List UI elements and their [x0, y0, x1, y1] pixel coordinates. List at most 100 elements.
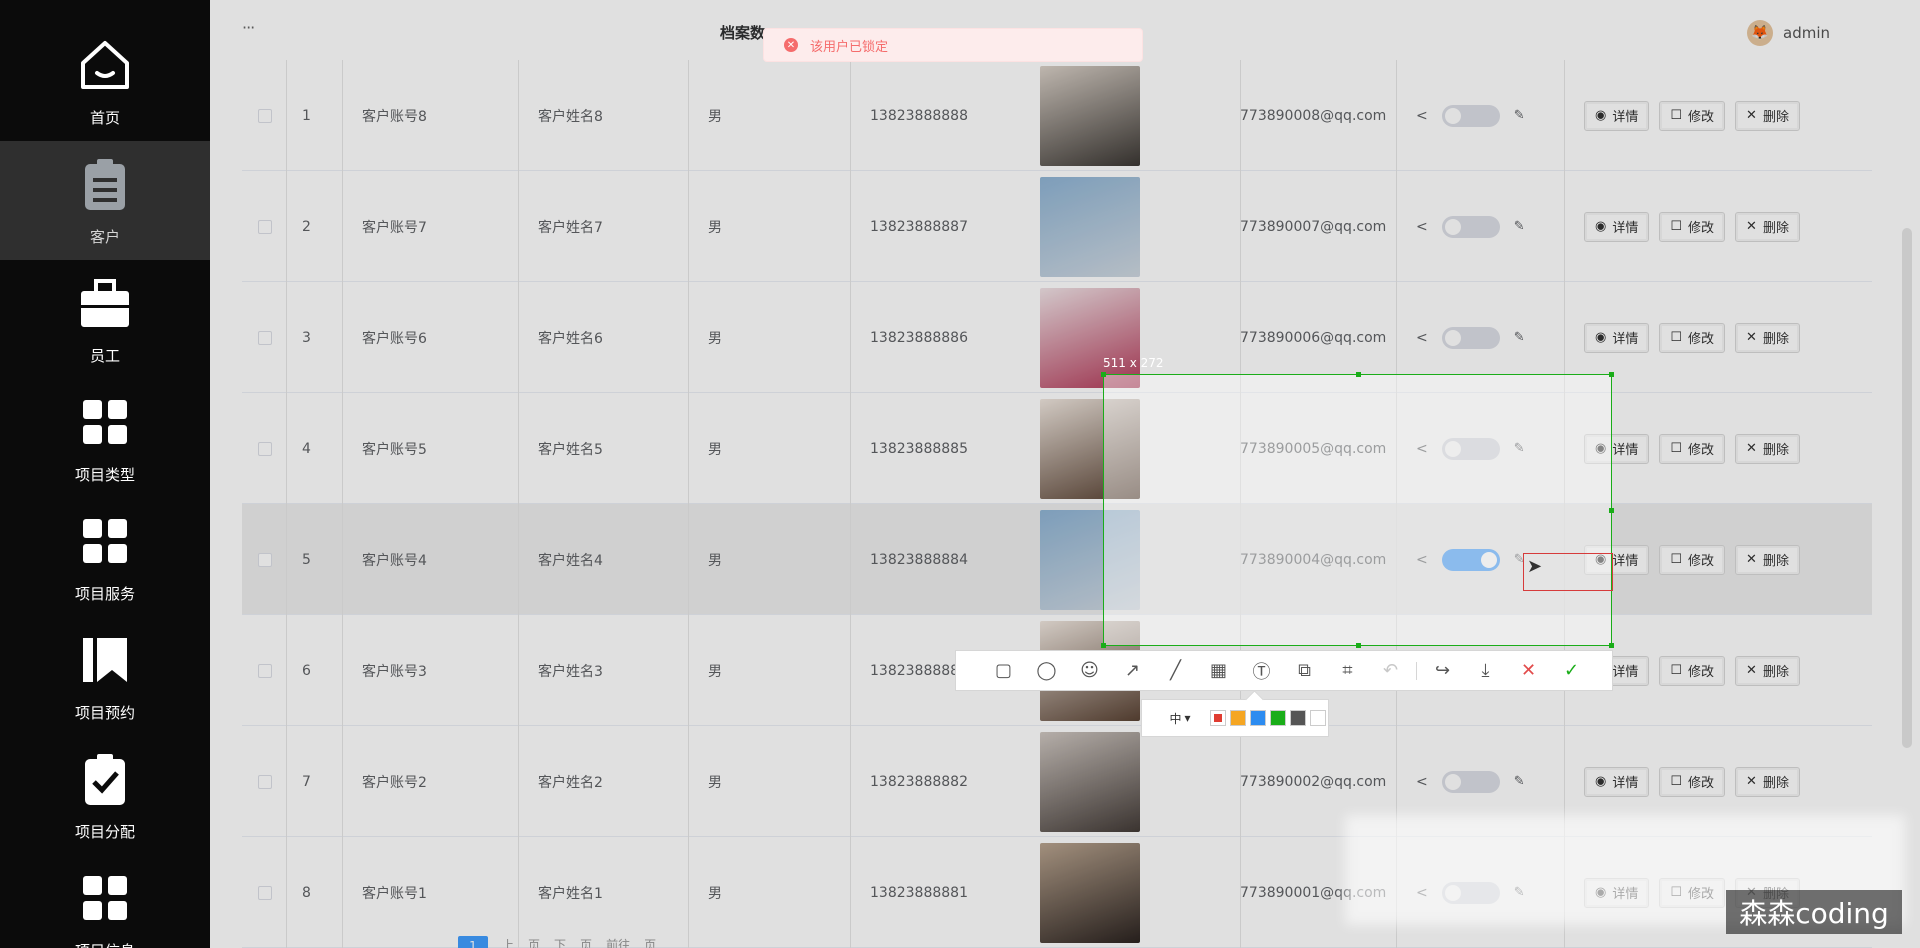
share-icon[interactable]: < — [1416, 108, 1428, 124]
rectangle-icon[interactable]: ▢ — [982, 650, 1025, 691]
share-icon[interactable]: < — [1416, 219, 1428, 235]
detail-button[interactable]: ◉ 详情 — [1584, 322, 1650, 353]
row-checkbox[interactable] — [258, 171, 272, 282]
eye-icon: ◉ — [1595, 330, 1607, 345]
delete-button[interactable]: ✕ 删除 — [1735, 211, 1800, 242]
detail-button[interactable]: ◉ 详情 — [1584, 100, 1650, 131]
row-checkbox[interactable] — [258, 60, 272, 171]
download-icon[interactable]: ⤓ — [1464, 650, 1507, 691]
close-icon: ✕ — [1746, 330, 1757, 345]
delete-button[interactable]: ✕ 删除 — [1735, 322, 1800, 353]
edit-button[interactable]: ☐ 修改 — [1659, 322, 1726, 353]
sidebar-item[interactable]: 员工 — [0, 260, 210, 379]
row-checkbox[interactable] — [258, 504, 272, 615]
column-divider — [850, 282, 851, 393]
delete-label: 删除 — [1762, 221, 1789, 236]
detail-button[interactable]: ◉ 详情 — [1584, 211, 1650, 242]
share-icon[interactable]: < — [1416, 774, 1428, 790]
resize-handle[interactable] — [1356, 372, 1361, 377]
text-icon[interactable]: Ⓣ — [1240, 650, 1283, 691]
more-icon[interactable]: ··· — [242, 18, 255, 37]
delete-button[interactable]: ✕ 删除 — [1735, 433, 1800, 464]
row-checkbox[interactable] — [258, 837, 272, 948]
current-page[interactable]: 1 — [458, 936, 488, 948]
sidebar-item[interactable]: 项目类型 — [0, 379, 210, 498]
row-index: 4 — [302, 440, 311, 457]
column-divider — [1396, 60, 1397, 171]
color-swatch[interactable] — [1210, 710, 1226, 726]
edit-button[interactable]: ☐ 修改 — [1659, 655, 1726, 686]
font-size-select[interactable]: 中 ▾ — [1154, 706, 1206, 730]
row-checkbox[interactable] — [258, 282, 272, 393]
emoji-icon[interactable]: ☺ — [1068, 650, 1111, 691]
color-swatch[interactable] — [1250, 710, 1266, 726]
undo-icon[interactable]: ↶ — [1369, 650, 1412, 691]
color-swatch[interactable] — [1310, 710, 1326, 726]
column-divider — [286, 282, 287, 393]
edit-button[interactable]: ☐ 修改 — [1659, 211, 1726, 242]
color-swatch[interactable] — [1270, 710, 1286, 726]
pagination-item[interactable]: 页 — [580, 936, 592, 948]
ellipse-icon[interactable]: ◯ — [1025, 650, 1068, 691]
share-icon[interactable]: ↪ — [1421, 650, 1464, 691]
pagination-item[interactable]: 页 — [528, 936, 540, 948]
detail-button[interactable]: ◉ 详情 — [1584, 766, 1650, 797]
column-divider — [688, 615, 689, 726]
confirm-icon[interactable]: ✓ — [1550, 650, 1593, 691]
lock-toggle[interactable] — [1441, 770, 1500, 793]
pagination-item[interactable]: 上 — [502, 936, 514, 948]
resize-handle[interactable] — [1101, 643, 1106, 648]
resize-handle[interactable] — [1609, 643, 1614, 648]
lock-toggle[interactable] — [1441, 326, 1500, 349]
sidebar-item[interactable]: 首页 — [0, 22, 210, 141]
sidebar-item[interactable]: 项目分配 — [0, 736, 210, 855]
edit-button[interactable]: ☐ 修改 — [1659, 766, 1726, 797]
resize-handle[interactable] — [1356, 643, 1361, 648]
color-swatch[interactable] — [1230, 710, 1246, 726]
sidebar-item[interactable]: 客户 — [0, 141, 210, 260]
screenshot-selection[interactable] — [1101, 372, 1614, 648]
sidebar-item[interactable]: 项目服务 — [0, 498, 210, 617]
sidebar-item[interactable]: 项目预约 — [0, 617, 210, 736]
delete-button[interactable]: ✕ 删除 — [1735, 766, 1800, 797]
pagination-item[interactable]: 前往 — [606, 936, 630, 948]
ocr-icon[interactable]: ⌗ — [1326, 650, 1369, 691]
scrollbar[interactable] — [1902, 228, 1912, 748]
cancel-icon[interactable]: ✕ — [1507, 650, 1550, 691]
sidebar: 首页客户员工项目类型项目服务项目预约项目分配项目信息 — [0, 0, 210, 948]
lock-toggle[interactable] — [1441, 104, 1500, 127]
arrow-icon[interactable]: ↗ — [1111, 650, 1154, 691]
delete-button[interactable]: ✕ 删除 — [1735, 544, 1800, 575]
pencil-icon[interactable]: ✎ — [1514, 330, 1525, 345]
pin-icon[interactable]: ⧉ — [1283, 650, 1326, 691]
pencil-icon[interactable]: ✎ — [1514, 108, 1525, 123]
row-actions: ◉详情☐修改✕删除 — [1584, 615, 1800, 726]
color-swatch[interactable] — [1290, 710, 1306, 726]
sidebar-item[interactable]: 项目信息 — [0, 855, 210, 948]
lock-toggle[interactable] — [1441, 215, 1500, 238]
pencil-icon[interactable]: ✎ — [1514, 219, 1525, 234]
sidebar-item-label: 首页 — [89, 109, 120, 127]
delete-button[interactable]: ✕ 删除 — [1735, 655, 1800, 686]
user-menu[interactable]: 🦊 admin — [1747, 20, 1830, 46]
resize-handle[interactable] — [1101, 372, 1106, 377]
line-icon[interactable]: ╱ — [1154, 650, 1197, 691]
share-icon[interactable]: < — [1416, 330, 1428, 346]
pencil-icon[interactable]: ✎ — [1514, 774, 1525, 789]
username: admin — [1783, 24, 1830, 42]
pagination-item[interactable]: 下 — [554, 936, 566, 948]
resize-handle[interactable] — [1609, 372, 1614, 377]
close-icon: ✕ — [1746, 108, 1757, 123]
row-checkbox[interactable] — [258, 615, 272, 726]
edit-button[interactable]: ☐ 修改 — [1659, 544, 1726, 575]
delete-button[interactable]: ✕ 删除 — [1735, 100, 1800, 131]
account-cell: 客户账号2 — [362, 774, 427, 791]
row-checkbox[interactable] — [258, 393, 272, 504]
row-checkbox[interactable] — [258, 726, 272, 837]
resize-handle[interactable] — [1609, 508, 1614, 513]
pagination-item[interactable]: 页 — [644, 936, 656, 948]
edit-button[interactable]: ☐ 修改 — [1659, 100, 1726, 131]
page-title: 档案数 — [720, 24, 766, 42]
edit-button[interactable]: ☐ 修改 — [1659, 433, 1726, 464]
mosaic-icon[interactable]: ▦ — [1197, 650, 1240, 691]
